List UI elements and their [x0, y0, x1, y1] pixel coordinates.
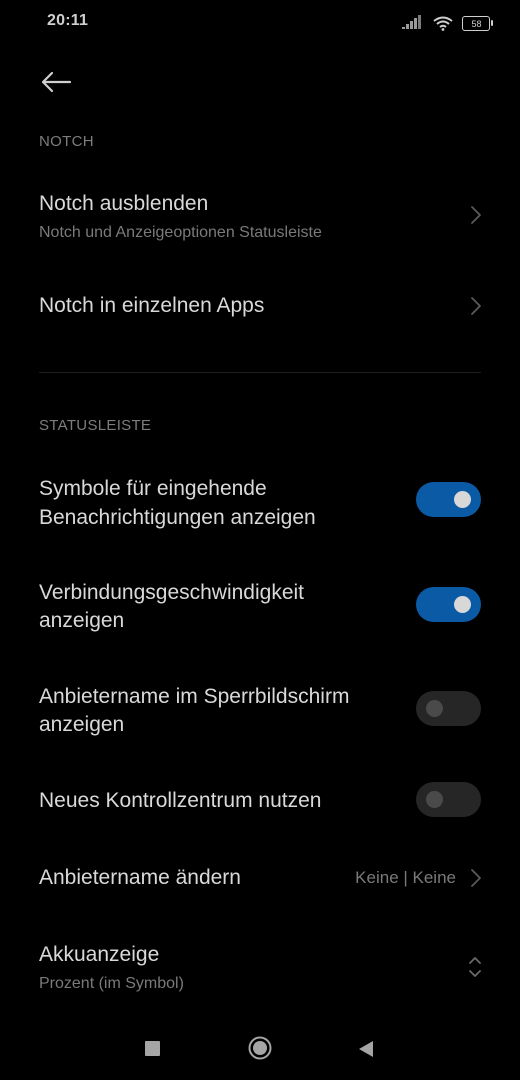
carrier-lockscreen-row[interactable]: Anbietername im Sperrbildschirm anzeigen	[0, 674, 520, 744]
nav-home-button[interactable]	[248, 1036, 272, 1060]
signal-bars-icon	[402, 15, 421, 29]
carrier-name-value: Keine | Keine	[355, 868, 456, 887]
section-header-statusbar: STATUSLEISTE	[39, 417, 152, 434]
status-time: 20:11	[47, 12, 89, 29]
battery-indicator-title: Akkuanzeige	[39, 943, 160, 966]
back-button[interactable]	[36, 66, 76, 98]
new-control-center-toggle[interactable]	[416, 782, 481, 817]
nav-back-button[interactable]	[357, 1039, 375, 1059]
chevron-up-down-icon	[469, 957, 481, 977]
toggle-knob	[454, 596, 471, 613]
wifi-icon	[433, 16, 453, 31]
toggle-knob	[426, 791, 443, 808]
incoming-icons-toggle[interactable]	[416, 482, 481, 517]
divider	[39, 372, 481, 373]
notch-apps-title: Notch in einzelnen Apps	[39, 294, 265, 317]
notch-apps-row[interactable]: Notch in einzelnen Apps	[0, 276, 520, 336]
battery-icon: 58	[462, 15, 493, 31]
toggle-knob	[454, 491, 471, 508]
section-header-notch: NOTCH	[39, 133, 94, 150]
connection-speed-row[interactable]: Verbindungsgeschwindigkeit anzeigen	[0, 570, 520, 640]
carrier-name-title: Anbietername ändern	[39, 866, 241, 889]
toggle-knob	[426, 700, 443, 717]
incoming-icons-title-line2: Benachrichtigungen anzeigen	[39, 506, 316, 529]
carrier-lockscreen-toggle[interactable]	[416, 691, 481, 726]
chevron-right-icon	[471, 297, 481, 315]
carrier-name-row[interactable]: Anbietername ändern Keine | Keine	[0, 850, 520, 906]
status-icons: 58	[402, 13, 493, 33]
new-control-center-row[interactable]: Neues Kontrollzentrum nutzen	[0, 772, 520, 828]
connection-speed-toggle[interactable]	[416, 587, 481, 622]
arrow-left-icon	[41, 71, 72, 93]
chevron-right-icon	[471, 869, 481, 887]
notch-hide-subtitle: Notch und Anzeigeoptionen Statusleiste	[39, 224, 322, 241]
connection-speed-title-line1: Verbindungsgeschwindigkeit	[39, 581, 305, 604]
battery-level: 58	[471, 18, 482, 29]
battery-indicator-row[interactable]: Akkuanzeige Prozent (im Symbol)	[0, 930, 520, 1000]
carrier-lockscreen-title-line2: anzeigen	[39, 713, 125, 736]
nav-recents-button[interactable]	[145, 1041, 160, 1056]
notch-hide-row[interactable]: Notch ausblenden Notch und Anzeigeoption…	[0, 178, 520, 258]
connection-speed-title-line2: anzeigen	[39, 609, 125, 632]
new-control-center-title: Neues Kontrollzentrum nutzen	[39, 789, 322, 812]
incoming-icons-title-line1: Symbole für eingehende	[39, 477, 267, 500]
incoming-icons-row[interactable]: Symbole für eingehende Benachrichtigunge…	[0, 466, 520, 536]
chevron-right-icon	[471, 206, 481, 224]
battery-indicator-subtitle: Prozent (im Symbol)	[39, 975, 184, 992]
notch-hide-title: Notch ausblenden	[39, 192, 209, 215]
carrier-lockscreen-title-line1: Anbietername im Sperrbildschirm	[39, 685, 350, 708]
